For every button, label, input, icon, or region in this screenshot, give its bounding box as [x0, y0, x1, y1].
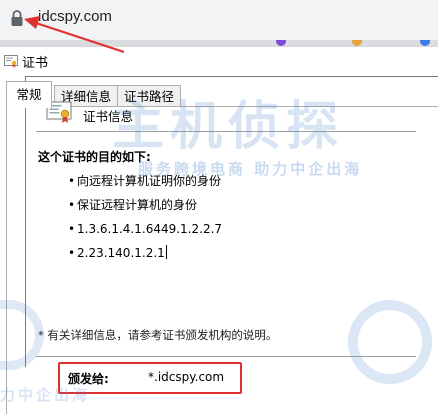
- purpose-item[interactable]: 2.23.140.1.2.1: [68, 244, 222, 268]
- issuer-statement-note: * 有关详细信息，请参考证书颁发机构的说明。: [38, 328, 278, 342]
- dialog-titlebar[interactable]: 证书: [0, 47, 438, 75]
- tab-label: 常规: [16, 87, 42, 102]
- issued-to-value: *.idcspy.com: [148, 370, 225, 384]
- purpose-title: 这个证书的目的如下:: [38, 150, 151, 164]
- purpose-text: 1.3.6.1.4.1.6449.1.2.2.7: [77, 222, 223, 236]
- dialog-title: 证书: [22, 56, 49, 71]
- cert-info-heading: 证书信息: [83, 109, 134, 124]
- address-bar[interactable]: idcspy.com: [0, 0, 438, 40]
- purpose-item: 向远程计算机证明你的身份: [68, 172, 222, 196]
- divider: [36, 356, 416, 357]
- certificate-icon: [4, 55, 18, 68]
- purpose-list: 向远程计算机证明你的身份 保证远程计算机的身份 1.3.6.1.4.1.6449…: [68, 172, 222, 268]
- url-text[interactable]: idcspy.com: [38, 8, 112, 25]
- divider: [36, 131, 416, 132]
- lock-icon[interactable]: [10, 9, 24, 27]
- purpose-text: 向远程计算机证明你的身份: [77, 174, 222, 188]
- text-caret: [165, 245, 167, 259]
- purpose-item: 保证远程计算机的身份: [68, 196, 222, 220]
- purpose-item: 1.3.6.1.4.1.6449.1.2.2.7: [68, 220, 222, 244]
- issued-to-label: 颁发给:: [68, 372, 109, 386]
- purpose-text: 保证远程计算机的身份: [77, 198, 198, 212]
- tab-general[interactable]: 常规: [6, 81, 52, 108]
- purpose-text: 2.23.140.1.2.1: [77, 246, 165, 260]
